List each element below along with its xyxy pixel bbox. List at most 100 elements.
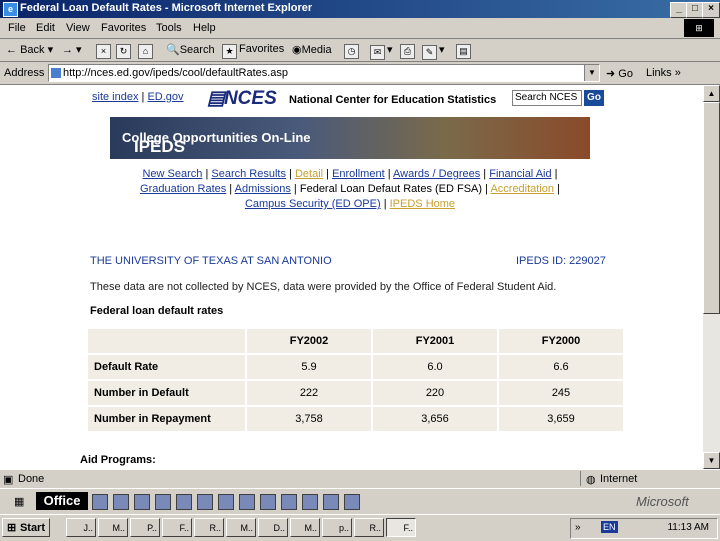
go-button[interactable]: ➜ Go [606,67,633,80]
office-app-icon[interactable] [92,494,108,510]
taskbar-button[interactable]: R.. [194,518,224,537]
start-button[interactable]: ⊞ Start [2,518,50,537]
office-bar-icon[interactable]: ▦ [14,495,24,508]
nav-ipeds-home[interactable]: IPEDS Home [390,198,455,210]
nav-search-results[interactable]: Search Results [211,168,286,180]
close-button[interactable]: × [702,2,720,18]
table-header-row: FY2002 FY2001 FY2000 [88,329,623,353]
office-app-icon[interactable] [197,494,213,510]
scroll-up-icon[interactable]: ▲ [703,85,720,102]
refresh-button[interactable]: ↻ [116,43,133,59]
nav-enrollment[interactable]: Enrollment [332,168,385,180]
taskbar-button[interactable]: D.. [258,518,288,537]
address-input[interactable]: http://nces.ed.gov/ipeds/cool/defaultRat… [48,64,600,82]
ipeds-banner: IPEDS College Opportunities On-Line [110,117,590,159]
search-nces-input[interactable]: Search NCES [512,90,582,106]
table-row: Number in Repayment 3,758 3,656 3,659 [88,407,623,431]
language-indicator[interactable]: EN [601,521,618,533]
search-go-button[interactable]: Go [584,90,604,106]
print-button[interactable]: ⎙ [400,43,417,59]
discuss-button[interactable]: ▤ [456,43,473,59]
scroll-down-icon[interactable]: ▼ [703,452,720,469]
home-button[interactable]: ⌂ [138,43,155,59]
office-app-icon[interactable] [302,494,318,510]
taskbar-button-active[interactable]: F.. [386,518,416,537]
menu-file[interactable]: File [8,22,26,34]
office-app-icon[interactable] [281,494,297,510]
forward-arrow-icon: → [62,44,73,56]
office-app-icon[interactable] [113,494,129,510]
nav-admissions[interactable]: Admissions [235,183,291,195]
nav-current-page: Federal Loan Defaut Rates (ED FSA) [299,183,483,195]
stop-icon: × [96,44,111,59]
nav-campus-security[interactable]: Campus Security (ED OPE) [245,198,381,210]
taskbar-button[interactable]: P.. [130,518,160,537]
row-label: Default Rate [88,355,245,379]
taskbar-button[interactable]: M.. [290,518,320,537]
nces-logo[interactable]: ▤NCES [207,88,287,110]
table-cell: 220 [373,381,497,405]
address-label: Address [4,67,45,79]
mail-icon: ✉ [370,45,385,60]
menu-favorites[interactable]: Favorites [101,22,146,34]
office-app-icon[interactable] [260,494,276,510]
back-arrow-icon: ← [6,44,17,56]
edit-button[interactable]: ✎ ▾ [422,43,445,60]
stop-button[interactable]: × [96,43,113,59]
favorites-button[interactable]: ★ Favorites [222,43,284,59]
office-app-icon[interactable] [323,494,339,510]
history-button[interactable]: ◷ [344,43,361,59]
internet-zone-icon: ◍ [586,474,596,486]
table-row: Number in Default 222 220 245 [88,381,623,405]
scroll-thumb[interactable] [703,102,720,314]
status-bar: ▣ Done ◍ Internet [0,469,720,488]
windows-flag-icon: ⊞ [7,522,17,534]
office-label[interactable]: Office [36,492,88,510]
nav-detail[interactable]: Detail [295,168,323,180]
table-header-cell: FY2000 [499,329,623,353]
office-app-icon[interactable] [176,494,192,510]
menu-view[interactable]: View [66,22,90,34]
table-cell: 3,656 [373,407,497,431]
site-index-link[interactable]: site index [92,91,138,103]
nav-financial-aid[interactable]: Financial Aid [489,168,551,180]
edit-icon: ✎ [422,45,437,60]
menu-bar: File Edit View Favorites Tools Help ⊞ [0,18,720,39]
taskbar-button[interactable]: F.. [162,518,192,537]
menu-tools[interactable]: Tools [156,22,182,34]
menu-help[interactable]: Help [193,22,216,34]
nav-graduation[interactable]: Graduation Rates [140,183,226,195]
mail-button[interactable]: ✉ ▾ [370,43,393,60]
address-bar: Address http://nces.ed.gov/ipeds/cool/de… [0,62,720,85]
taskbar-button[interactable]: R.. [354,518,384,537]
table-header-cell: FY2002 [247,329,371,353]
links-button[interactable]: Links » [646,67,681,79]
back-button[interactable]: ← Back ▾ [6,43,53,56]
menu-edit[interactable]: Edit [36,22,55,34]
office-app-icon[interactable] [344,494,360,510]
address-dropdown-icon[interactable]: ▼ [584,65,599,81]
nav-new-search[interactable]: New Search [142,168,202,180]
office-app-icon[interactable] [239,494,255,510]
taskbar-button[interactable]: p.. [322,518,352,537]
status-divider [580,471,581,486]
office-app-icon[interactable] [218,494,234,510]
ed-gov-link[interactable]: ED.gov [147,91,183,103]
taskbar-button[interactable]: M.. [226,518,256,537]
taskbar-button[interactable]: M.. [98,518,128,537]
discuss-icon: ▤ [456,44,471,59]
media-button[interactable]: ◉Media [292,43,332,56]
forward-button[interactable]: → ▾ [62,43,82,56]
nav-accreditation[interactable]: Accreditation [490,183,554,195]
office-app-icon[interactable] [155,494,171,510]
vertical-scrollbar[interactable]: ▲ ▼ [703,85,720,469]
tray-icon[interactable]: » [575,522,581,533]
table-header-cell [88,329,245,353]
office-app-icon[interactable] [134,494,150,510]
institution-name: THE UNIVERSITY OF TEXAS AT SAN ANTONIO [90,255,332,267]
nav-awards[interactable]: Awards / Degrees [393,168,480,180]
ipeds-id: IPEDS ID: 229027 [516,255,606,267]
print-icon: ⎙ [400,44,415,59]
taskbar-button[interactable]: J.. [66,518,96,537]
search-button[interactable]: 🔍Search [166,43,215,56]
